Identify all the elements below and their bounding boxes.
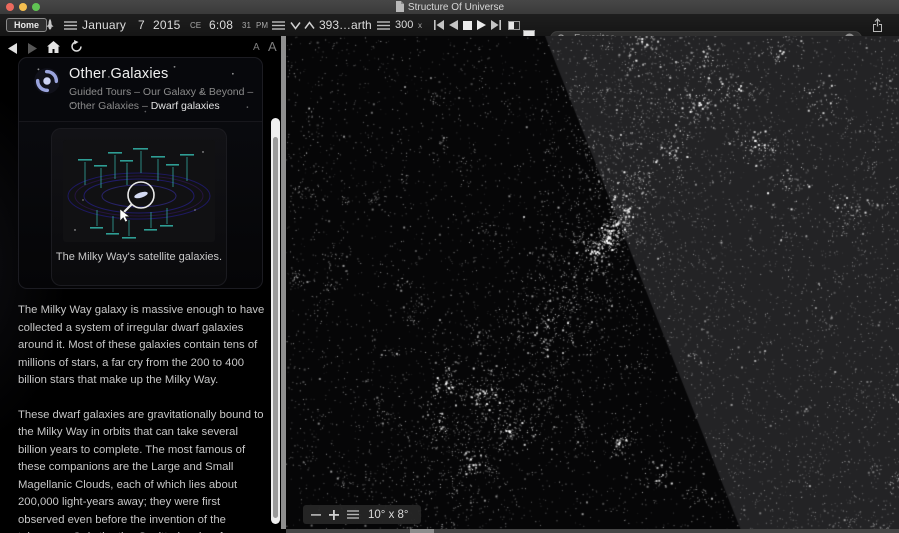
time-ampm[interactable]: PM [256,14,268,36]
home-button[interactable]: Home [6,18,47,32]
zoom-in-button[interactable] [329,510,339,520]
viewer-location[interactable]: 393…arth [319,14,372,36]
thumbnail-caption: The Milky Way's satellite galaxies. [51,250,227,264]
date-day[interactable]: 7 [138,14,145,36]
font-decrease-button[interactable]: A [253,42,260,53]
left-panel-layout-button[interactable] [508,21,520,30]
stop-button[interactable] [463,14,472,36]
breadcrumb-current: Dwarf galaxies [151,100,220,112]
main-toolbar: Home January 7 2015 CE 6:08 31 PM 393…ar… [0,14,899,36]
window-title-area: Structure Of Universe [0,1,899,15]
date-menu-icon[interactable] [64,14,77,36]
titlebar: Structure Of Universe [0,0,899,14]
home-icon[interactable] [47,40,60,58]
thumbnail-card[interactable]: The Milky Way's satellite galaxies. [51,128,227,286]
galaxy-icon [33,67,61,100]
play-button[interactable] [477,14,486,36]
time-rate-value[interactable]: 300 [395,14,413,36]
horizontal-scrollbar-track[interactable] [286,529,899,533]
share-icon[interactable] [871,14,884,36]
starfield-canvas[interactable] [286,36,899,533]
date-year[interactable]: 2015 [153,14,181,36]
tour-title: Other Galaxies [69,66,169,82]
time-seconds[interactable]: 31 [242,14,251,36]
back-button[interactable] [8,41,17,59]
app-window: Structure Of Universe Home January 7 201… [0,0,899,533]
zoom-out-button[interactable] [311,510,321,520]
horizontal-scrollbar-thumb[interactable] [410,529,434,533]
step-back-button[interactable] [449,14,458,36]
time-value[interactable]: 6:08 [209,14,233,36]
rate-menu-icon[interactable] [377,14,390,36]
pane-scrollbar-track[interactable] [271,118,280,524]
thumbnail-image[interactable] [63,140,215,242]
skip-to-end-button[interactable] [491,14,501,36]
time-rate-unit: x [418,14,422,36]
paragraph: The Milky Way galaxy is massive enough t… [18,302,266,390]
spaceship-icon[interactable] [43,14,57,36]
fov-bar: 10° x 8° [303,505,421,524]
date-era[interactable]: CE [190,14,201,36]
skip-to-start-button[interactable] [434,14,444,36]
fov-label: 10° x 8° [368,509,409,521]
font-increase-button[interactable]: A [268,39,277,54]
tour-panel-card: Other Galaxies Guided Tours – Our Galaxy… [18,57,263,289]
document-icon [395,1,404,15]
tour-breadcrumb: Guided Tours – Our Galaxy & Beyond – Oth… [69,85,257,113]
paragraph: These dwarf galaxies are gravitationally… [18,407,266,533]
pane-nav-row: A A [0,36,286,57]
chevron-up-icon[interactable] [304,14,315,36]
window-title: Structure Of Universe [408,2,504,13]
location-menu-icon[interactable] [272,14,285,36]
refresh-icon[interactable] [70,40,83,58]
pane-scrollbar-thumb[interactable] [273,137,278,518]
chevron-down-icon[interactable] [290,14,301,36]
date-month[interactable]: January [82,14,126,36]
fov-menu-icon[interactable] [347,510,359,519]
tour-header[interactable]: Other Galaxies Guided Tours – Our Galaxy… [19,58,262,122]
tour-description: The Milky Way galaxy is massive enough t… [18,302,266,533]
info-pane: A A Other Galaxies Guided Tours – Our Ga… [0,36,286,533]
